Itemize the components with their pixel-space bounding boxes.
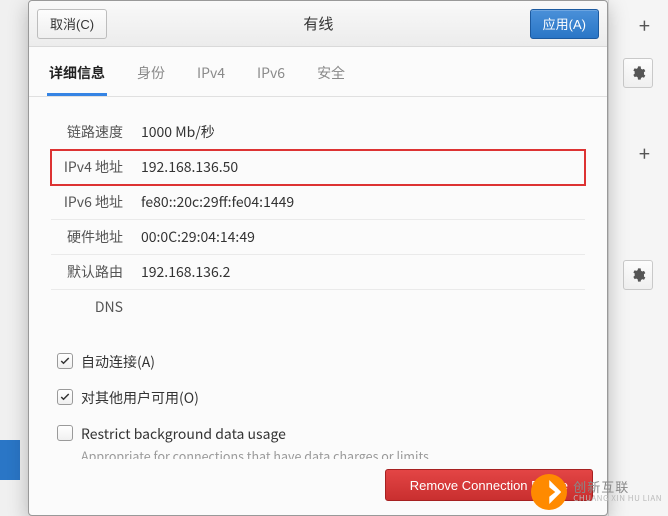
titlebar: 取消(C) 有线 应用(A) — [29, 1, 607, 47]
option-available-all[interactable]: 对其他用户可用(O) — [57, 388, 585, 408]
gear-button-2[interactable] — [623, 260, 653, 290]
value-gateway: 192.168.136.2 — [129, 255, 585, 290]
tab-ipv4[interactable]: IPv4 — [195, 57, 227, 96]
content-area: 链路速度 1000 Mb/秒 IPv4 地址 192.168.136.50 IP… — [29, 97, 607, 459]
tab-security[interactable]: 安全 — [315, 57, 347, 96]
value-ipv6: fe80::20c:29ff:fe04:1449 — [129, 185, 585, 220]
row-link-speed: 链路速度 1000 Mb/秒 — [51, 115, 585, 150]
tab-details[interactable]: 详细信息 — [47, 57, 107, 96]
dialog-footer: Remove Connection Profile — [29, 459, 607, 515]
option-restrict-bg[interactable]: Restrict background data usage Appropria… — [57, 424, 585, 459]
watermark-text: 创新互联 CHUANG XIN HU LIAN — [573, 480, 662, 503]
option-auto-connect[interactable]: 自动连接(A) — [57, 352, 585, 372]
checkbox-unchecked-icon[interactable] — [57, 425, 73, 441]
row-ipv6: IPv6 地址 fe80::20c:29ff:fe04:1449 — [51, 185, 585, 220]
apply-button[interactable]: 应用(A) — [530, 9, 599, 39]
value-dns — [129, 290, 585, 325]
row-dns: DNS — [51, 290, 585, 325]
gear-icon — [630, 267, 646, 283]
bg-selection-strip — [0, 440, 20, 480]
dialog-title: 有线 — [107, 13, 530, 34]
restrict-subtitle: Appropriate for connections that have da… — [81, 446, 432, 459]
available-all-label: 对其他用户可用(O) — [81, 388, 199, 408]
gear-icon — [630, 65, 646, 81]
connection-dialog: 取消(C) 有线 应用(A) 详细信息 身份 IPv4 IPv6 安全 链路速度… — [28, 0, 608, 516]
label-ipv6: IPv6 地址 — [51, 185, 129, 220]
auto-connect-label: 自动连接(A) — [81, 352, 155, 372]
details-table: 链路速度 1000 Mb/秒 IPv4 地址 192.168.136.50 IP… — [51, 115, 585, 324]
tab-identity[interactable]: 身份 — [135, 57, 167, 96]
value-ipv4: 192.168.136.50 — [129, 150, 585, 185]
row-ipv4: IPv4 地址 192.168.136.50 — [51, 150, 585, 185]
label-gateway: 默认路由 — [51, 255, 129, 290]
restrict-title: Restrict background data usage — [81, 424, 432, 444]
value-mac: 00:0C:29:04:14:49 — [129, 220, 585, 255]
gear-button-1[interactable] — [623, 58, 653, 88]
row-gateway: 默认路由 192.168.136.2 — [51, 255, 585, 290]
value-link-speed: 1000 Mb/秒 — [129, 115, 585, 150]
label-mac: 硬件地址 — [51, 220, 129, 255]
watermark: 创新互联 CHUANG XIN HU LIAN — [531, 474, 662, 510]
row-mac: 硬件地址 00:0C:29:04:14:49 — [51, 220, 585, 255]
checkbox-checked-icon[interactable] — [57, 389, 73, 405]
watermark-logo-icon — [531, 474, 567, 510]
label-dns: DNS — [51, 290, 129, 325]
label-ipv4: IPv4 地址 — [51, 150, 129, 185]
watermark-py: CHUANG XIN HU LIAN — [573, 495, 662, 504]
plus-icon[interactable]: + — [639, 10, 650, 39]
bg-right-column: + + — [608, 0, 668, 516]
options-section: 自动连接(A) 对其他用户可用(O) Restrict background d… — [51, 352, 585, 459]
tab-bar: 详细信息 身份 IPv4 IPv6 安全 — [29, 47, 607, 97]
label-link-speed: 链路速度 — [51, 115, 129, 150]
cancel-button[interactable]: 取消(C) — [37, 9, 107, 39]
plus-icon[interactable]: + — [639, 138, 650, 167]
tab-ipv6[interactable]: IPv6 — [255, 57, 287, 96]
checkbox-checked-icon[interactable] — [57, 353, 73, 369]
